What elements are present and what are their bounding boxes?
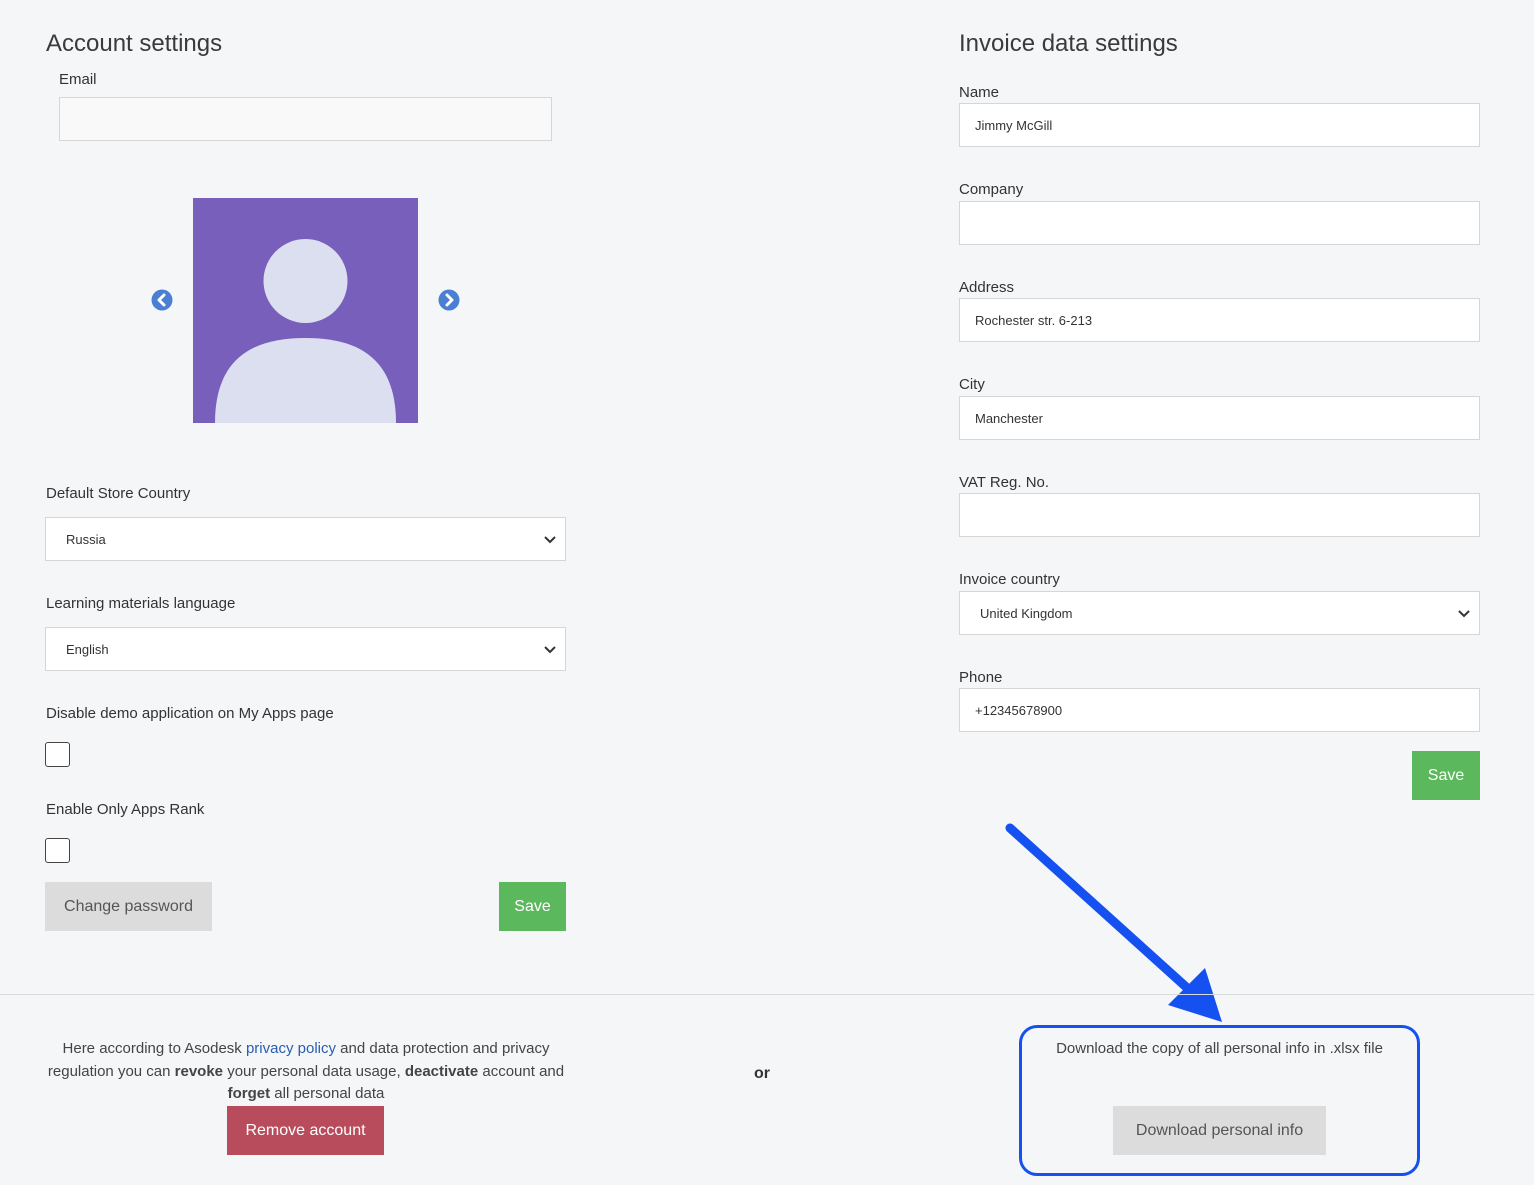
name-field[interactable]: Jimmy McGill <box>959 103 1480 147</box>
download-personal-info-button[interactable]: Download personal info <box>1113 1106 1326 1155</box>
avatar-next-button[interactable] <box>438 289 460 311</box>
or-separator: or <box>754 1065 770 1082</box>
change-password-button[interactable]: Change password <box>45 882 212 931</box>
disable-demo-checkbox[interactable] <box>45 742 70 767</box>
invoice-save-button[interactable]: Save <box>1412 751 1480 800</box>
account-settings-title: Account settings <box>46 30 223 57</box>
company-label: Company <box>959 181 1024 198</box>
vat-field[interactable] <box>959 493 1480 537</box>
privacy-text-part: account and <box>478 1062 565 1080</box>
chevron-left-circle-icon <box>151 289 173 311</box>
privacy-policy-link[interactable]: privacy policy <box>246 1040 336 1057</box>
email-field[interactable] <box>59 97 552 141</box>
remove-account-button[interactable]: Remove account <box>227 1106 384 1155</box>
invoice-country-value: United Kingdom <box>980 605 1073 621</box>
language-label: Learning materials language <box>46 595 236 612</box>
enable-rank-checkbox[interactable] <box>45 838 70 863</box>
privacy-text-part: Here according to Asodesk <box>62 1040 246 1057</box>
privacy-text-part: your personal data usage, <box>223 1062 405 1080</box>
default-country-value: Russia <box>66 531 106 547</box>
address-field[interactable]: Rochester str. 6-213 <box>959 298 1480 342</box>
enable-rank-label: Enable Only Apps Rank <box>46 801 205 818</box>
privacy-text: Here according to Asodesk privacy policy… <box>45 1038 567 1106</box>
privacy-forget-text: forget <box>227 1085 271 1102</box>
invoice-settings-title: Invoice data settings <box>959 30 1178 57</box>
default-country-label: Default Store Country <box>46 485 191 502</box>
company-field[interactable] <box>959 201 1480 245</box>
user-silhouette-icon <box>215 239 396 423</box>
account-save-button[interactable]: Save <box>499 882 566 931</box>
invoice-country-label: Invoice country <box>959 571 1060 588</box>
chevron-right-circle-icon <box>438 289 460 311</box>
privacy-text-part: all personal data <box>270 1085 385 1102</box>
download-description: Download the copy of all personal info i… <box>1056 1040 1383 1057</box>
phone-label: Phone <box>959 669 1003 686</box>
invoice-country-select[interactable]: United Kingdom <box>959 591 1480 635</box>
language-select[interactable]: English <box>45 627 566 671</box>
email-label: Email <box>59 71 97 88</box>
city-label: City <box>959 376 985 393</box>
name-label: Name <box>959 84 1000 101</box>
disable-demo-label: Disable demo application on My Apps page <box>46 705 334 722</box>
avatar <box>193 198 418 423</box>
avatar-prev-button[interactable] <box>151 289 173 311</box>
annotation-arrow-icon <box>1005 823 1222 1022</box>
chevron-down-icon <box>544 536 556 544</box>
section-divider <box>0 994 1534 995</box>
address-label: Address <box>959 279 1015 296</box>
language-value: English <box>66 641 109 657</box>
default-country-select[interactable]: Russia <box>45 517 566 561</box>
phone-field[interactable]: +12345678900 <box>959 688 1480 732</box>
chevron-down-icon <box>544 646 556 654</box>
vat-label: VAT Reg. No. <box>959 474 1050 491</box>
chevron-down-icon <box>1458 610 1470 618</box>
city-field[interactable]: Manchester <box>959 396 1480 440</box>
privacy-deactivate-text: deactivate <box>404 1062 479 1080</box>
privacy-revoke-text: revoke <box>174 1062 224 1080</box>
